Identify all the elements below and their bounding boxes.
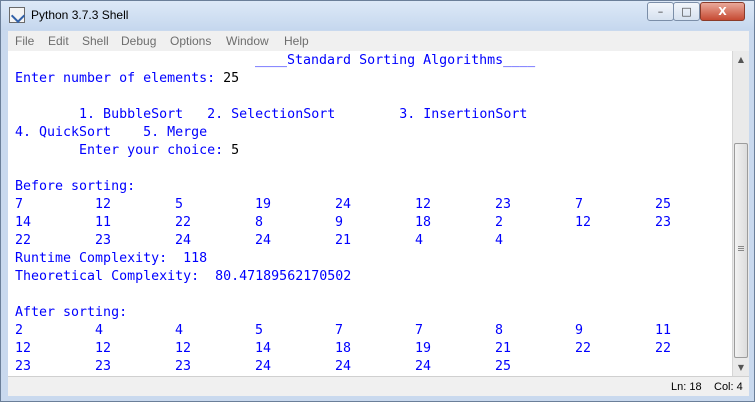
number-cell: 7 <box>415 323 424 338</box>
number-cell: 23 <box>655 215 672 230</box>
scrollbar-thumb[interactable] <box>734 143 748 358</box>
choice-prompt-label: Enter your choice: <box>15 143 232 158</box>
number-cell: 2 <box>15 323 24 338</box>
number-cell: 4 <box>175 323 184 338</box>
python-shell-icon <box>9 7 25 23</box>
number-cell: 18 <box>415 215 432 230</box>
window-title: Python 3.7.3 Shell <box>31 8 129 22</box>
title-bar[interactable]: Python 3.7.3 Shell – □ X <box>1 1 754 30</box>
number-cell: 12 <box>415 197 432 212</box>
number-cell: 14 <box>15 215 32 230</box>
number-cell: 14 <box>255 341 272 356</box>
number-cell: 8 <box>495 323 504 338</box>
choice-prompt-line: Enter your choice: 5 <box>15 142 239 160</box>
column-number: Col: 4 <box>714 381 743 393</box>
number-cell: 24 <box>255 359 272 374</box>
count-input-value: 25 <box>223 71 240 86</box>
theoretical-value: 80.47189562170502 <box>215 269 352 284</box>
before-sorting-label: Before sorting: <box>15 179 136 194</box>
scroll-up-arrow-icon[interactable]: ▲ <box>733 51 749 68</box>
shell-output-area[interactable]: ____Standard Sorting Algorithms____ Ente… <box>8 51 732 376</box>
number-cell: 23 <box>495 197 512 212</box>
number-cell: 5 <box>175 197 184 212</box>
number-cell: 24 <box>335 197 352 212</box>
number-cell: 25 <box>655 197 672 212</box>
number-cell: 21 <box>495 341 512 356</box>
close-button[interactable]: X <box>700 2 745 21</box>
number-cell: 23 <box>175 359 192 374</box>
number-cell: 12 <box>15 341 32 356</box>
number-cell: 19 <box>415 341 432 356</box>
number-cell: 12 <box>95 197 112 212</box>
number-cell: 9 <box>335 215 344 230</box>
menu-options[interactable]: Options <box>170 34 211 48</box>
number-cell: 5 <box>255 323 264 338</box>
theoretical-complexity-line: Theoretical Complexity: 80.4718956217050… <box>15 268 351 286</box>
scroll-down-arrow-icon[interactable]: ▼ <box>733 359 749 376</box>
number-cell: 11 <box>655 323 672 338</box>
number-cell: 24 <box>255 233 272 248</box>
number-cell: 22 <box>15 233 32 248</box>
number-cell: 22 <box>655 341 672 356</box>
number-cell: 25 <box>495 359 512 374</box>
scrollbar-grip-icon <box>738 246 744 247</box>
menu-edit[interactable]: Edit <box>48 34 69 48</box>
runtime-label: Runtime Complexity: <box>15 251 184 266</box>
runtime-complexity-line: Runtime Complexity: 118 <box>15 250 207 268</box>
number-cell: 23 <box>15 359 32 374</box>
number-cell: 7 <box>15 197 24 212</box>
program-header: ____Standard Sorting Algorithms____ <box>255 53 536 68</box>
menu-debug[interactable]: Debug <box>121 34 156 48</box>
number-cell: 23 <box>95 359 112 374</box>
menu-options-line-2: 4. QuickSort 5. Merge <box>15 125 208 140</box>
idle-shell-window: Python 3.7.3 Shell – □ X File Edit Shell… <box>0 0 755 402</box>
line-number: Ln: 18 <box>671 381 702 393</box>
number-cell: 4 <box>415 233 424 248</box>
count-prompt-line: Enter number of elements: 25 <box>15 70 239 88</box>
number-cell: 4 <box>495 233 504 248</box>
number-cell: 8 <box>255 215 264 230</box>
number-cell: 7 <box>575 197 584 212</box>
vertical-scrollbar[interactable]: ▲ ▼ <box>732 51 749 376</box>
menu-window[interactable]: Window <box>226 34 269 48</box>
minimize-button[interactable]: – <box>647 2 674 21</box>
number-cell: 24 <box>335 359 352 374</box>
after-sorting-label: After sorting: <box>15 305 128 320</box>
number-cell: 2 <box>495 215 504 230</box>
number-cell: 12 <box>95 341 112 356</box>
choice-input-value: 5 <box>231 143 240 158</box>
number-cell: 24 <box>415 359 432 374</box>
number-cell: 12 <box>175 341 192 356</box>
theoretical-label: Theoretical Complexity: <box>15 269 216 284</box>
runtime-value: 118 <box>183 251 208 266</box>
number-cell: 23 <box>95 233 112 248</box>
menu-help[interactable]: Help <box>284 34 309 48</box>
number-cell: 21 <box>335 233 352 248</box>
number-cell: 11 <box>95 215 112 230</box>
menu-file[interactable]: File <box>15 34 34 48</box>
number-cell: 22 <box>575 341 592 356</box>
number-cell: 24 <box>175 233 192 248</box>
status-bar: Ln: 18 Col: 4 <box>8 376 749 396</box>
number-cell: 4 <box>95 323 104 338</box>
menu-shell[interactable]: Shell <box>82 34 109 48</box>
number-cell: 19 <box>255 197 272 212</box>
number-cell: 9 <box>575 323 584 338</box>
number-cell: 18 <box>335 341 352 356</box>
count-prompt-label: Enter number of elements: <box>15 71 224 86</box>
menu-bar: File Edit Shell Debug Options Window Hel… <box>8 31 749 51</box>
number-cell: 7 <box>335 323 344 338</box>
number-cell: 12 <box>575 215 592 230</box>
maximize-button[interactable]: □ <box>673 2 700 21</box>
menu-options-line-1: 1. BubbleSort 2. SelectionSort 3. Insert… <box>15 107 528 122</box>
number-cell: 22 <box>175 215 192 230</box>
